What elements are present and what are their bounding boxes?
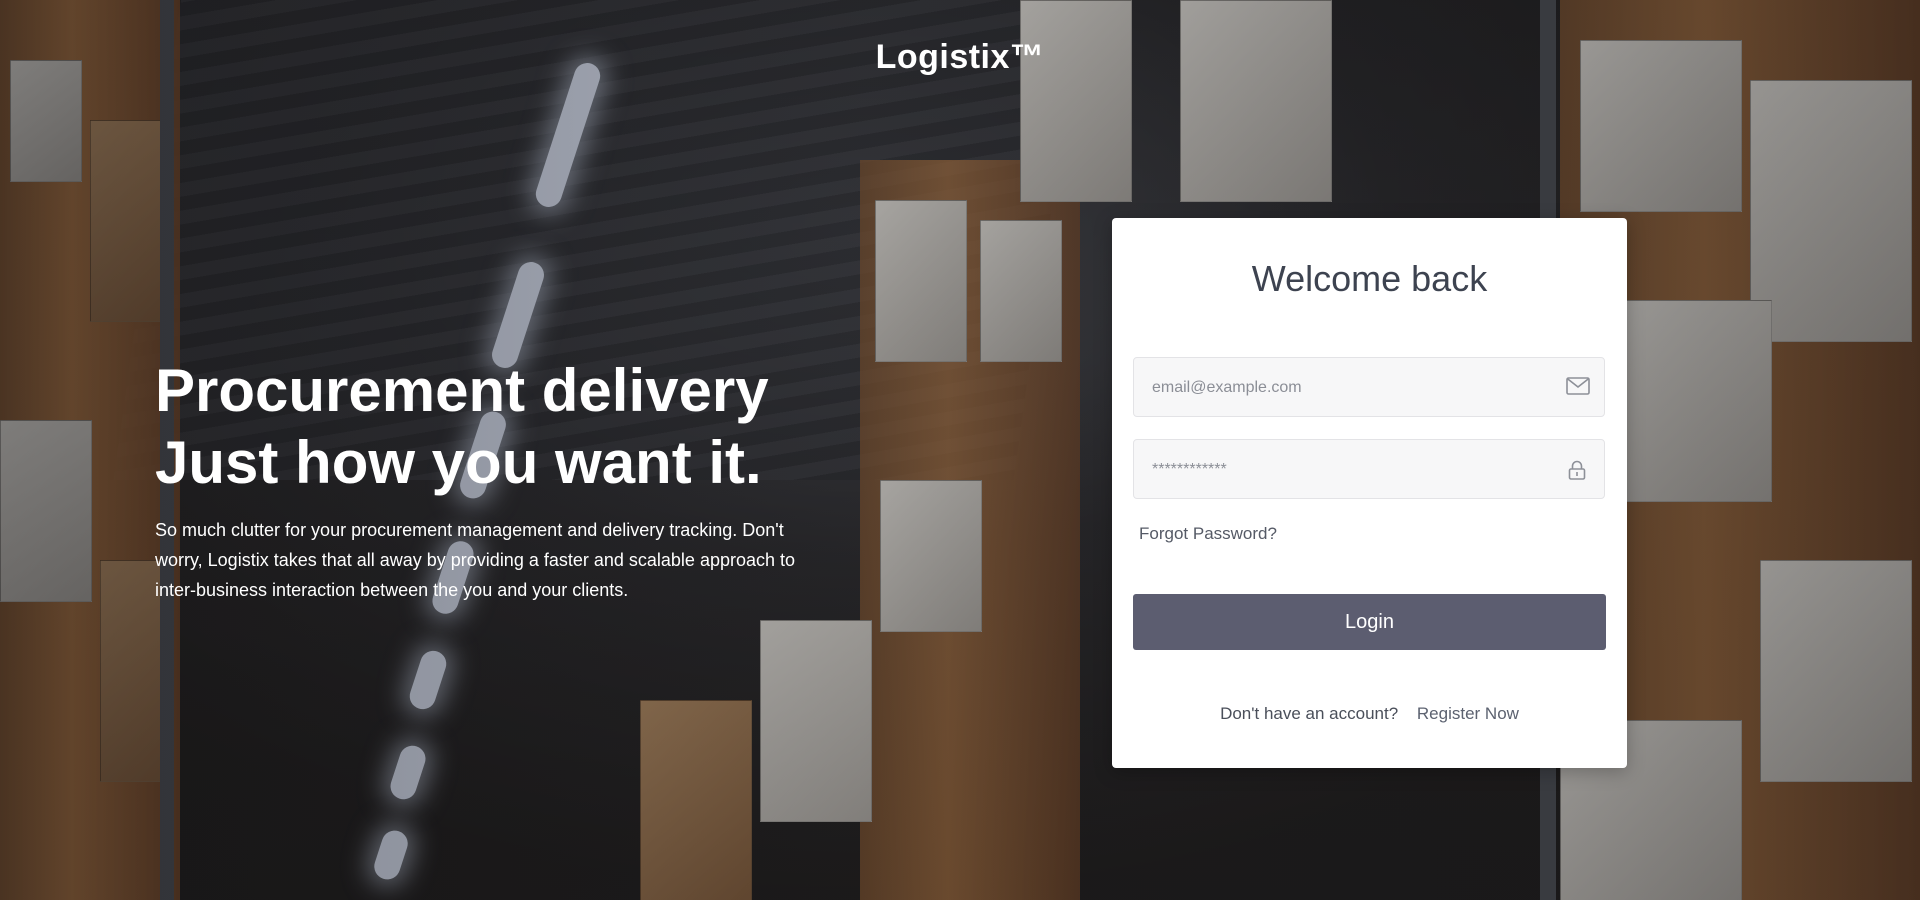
hero-headline-line1: Procurement delivery	[155, 357, 769, 424]
register-now-link[interactable]: Register Now	[1417, 704, 1519, 723]
password-field-container	[1133, 439, 1605, 500]
login-title: Welcome back	[1251, 258, 1488, 299]
register-prompt: Don't have an account?	[1220, 704, 1399, 723]
register-row: Don't have an account? Register Now	[1112, 704, 1627, 724]
login-page: Logistix™ Procurement delivery Just how …	[0, 0, 1920, 900]
forgot-password-link[interactable]: Forgot Password?	[1139, 524, 1277, 544]
hero-section: Procurement delivery Just how you want i…	[155, 355, 855, 605]
brand-logo: Logistix™	[875, 38, 1045, 76]
login-button[interactable]: Login	[1133, 594, 1606, 650]
hero-headline-line2: Just how you want it.	[155, 429, 762, 496]
mail-icon	[1566, 376, 1590, 398]
hero-headline: Procurement delivery Just how you want i…	[155, 355, 855, 499]
hero-description: So much clutter for your procurement man…	[155, 520, 796, 600]
password-input[interactable]	[1150, 440, 1554, 500]
login-card: Welcome back Forgot Password? Login	[1112, 218, 1627, 768]
email-input[interactable]	[1150, 358, 1554, 418]
lock-icon	[1568, 460, 1586, 482]
email-field-container	[1133, 357, 1605, 418]
